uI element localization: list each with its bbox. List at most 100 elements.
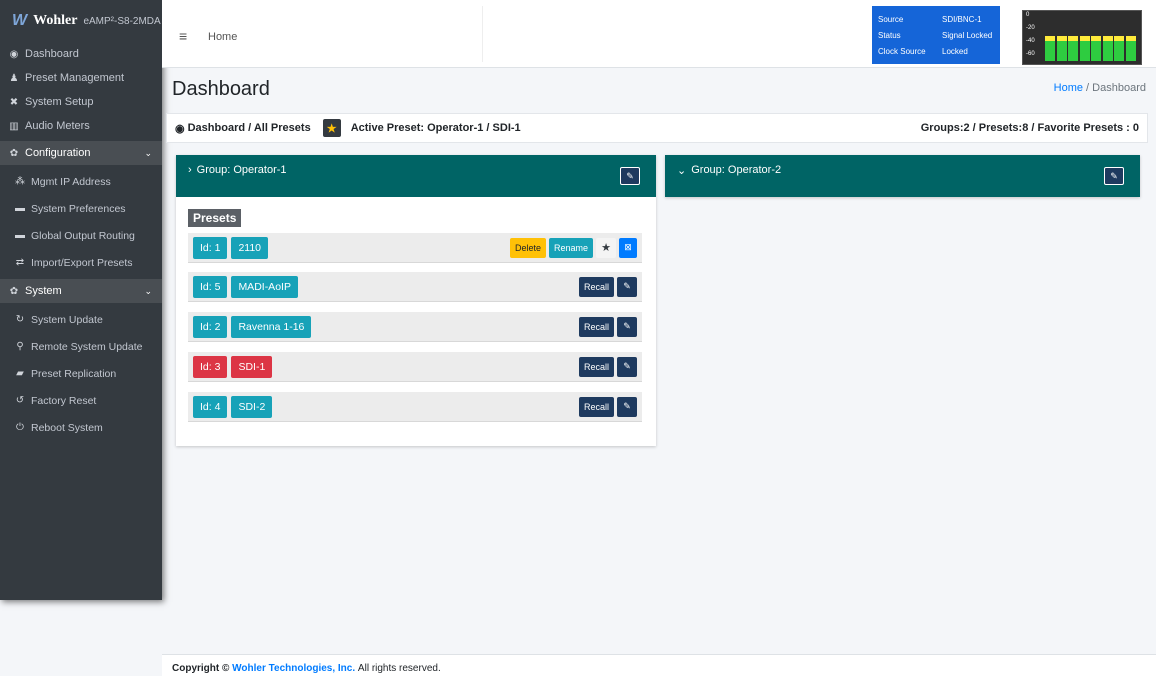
close-box-icon[interactable]: ⊠: [619, 237, 637, 258]
cogs-icon: ✿: [9, 285, 19, 297]
company-link[interactable]: Wohler Technologies, Inc.: [232, 663, 355, 674]
recall-button[interactable]: Recall: [578, 276, 614, 297]
meter-scale-label: -20: [1026, 25, 1035, 31]
database-icon: ▰: [16, 368, 24, 379]
edit-icon[interactable]: ✎: [617, 396, 637, 417]
star-icon[interactable]: ★: [322, 119, 341, 137]
sidebar-item-label: Reboot System: [31, 421, 103, 434]
meter-bar: [1091, 36, 1101, 61]
sidebar-item-label: Remote System Update: [31, 340, 143, 353]
footer: Copyright © Wohler Technologies, Inc. Al…: [162, 654, 1156, 676]
satellite-icon: ⚲: [16, 341, 24, 352]
dashboard-path: Dashboard / All Presets: [187, 122, 311, 134]
brand-model: eAMP²-S8-2MDA: [83, 15, 161, 27]
preset-row[interactable]: Id: 5 MADI-AoIP Recall ✎: [188, 272, 642, 302]
copyright-prefix: Copyright ©: [172, 663, 230, 674]
sidebar-item-system-preferences[interactable]: ▬ System Preferences: [0, 195, 162, 222]
group-name: Group: Operator-1: [196, 164, 287, 176]
chevron-down-icon: ⌄: [677, 165, 687, 177]
sidebar-item-label: Import/Export Presets: [31, 256, 133, 269]
meter-bar: [1125, 36, 1136, 61]
edit-icon[interactable]: ✎: [617, 316, 637, 337]
sidebar-item-global-output-routing[interactable]: ▬ Global Output Routing: [0, 222, 162, 249]
meter-bar: [1079, 36, 1090, 61]
sidebar-section-system[interactable]: ✿ System ⌄: [0, 279, 162, 303]
sidebar-item-system-setup[interactable]: ✖ System Setup: [0, 90, 162, 114]
preset-row[interactable]: Id: 2 Ravenna 1-16 Recall ✎: [188, 312, 642, 342]
preset-name: Ravenna 1-16: [231, 315, 312, 338]
preset-row-active[interactable]: Id: 3 SDI-1 Recall ✎: [188, 352, 642, 382]
sidebar-item-label: Audio Meters: [25, 120, 90, 132]
breadcrumb-current: Dashboard: [1092, 82, 1146, 94]
status-key: Clock Source: [878, 46, 926, 56]
preset-row[interactable]: Id: 1 2110 Delete Rename ★ ⊠: [188, 233, 642, 263]
group-header[interactable]: ⌄ Group: Operator-2 ✎: [665, 155, 1140, 197]
preset-counts: Groups:2 / Presets:8 / Favorite Presets …: [920, 122, 1139, 134]
favorite-star-icon[interactable]: ★: [596, 237, 616, 258]
sidebar-item-label: Dashboard: [25, 48, 79, 60]
recall-button[interactable]: Recall: [578, 316, 614, 337]
gear-icon: ✿: [9, 147, 19, 159]
wohler-logo-icon: W: [12, 12, 28, 29]
sidebar-item-preset-replication[interactable]: ▰ Preset Replication: [0, 360, 162, 387]
status-key: Status: [878, 30, 901, 40]
presets-label: Presets: [188, 209, 242, 227]
sidebar-item-preset-management[interactable]: ♟ Preset Management: [0, 66, 162, 90]
edit-icon[interactable]: ✎: [617, 276, 637, 297]
sidebar-item-label: Factory Reset: [31, 394, 97, 407]
meter-bar: [1056, 36, 1067, 61]
copyright-suffix: All rights reserved.: [357, 663, 441, 674]
delete-button[interactable]: Delete: [509, 237, 546, 258]
preset-name: MADI-AoIP: [231, 275, 298, 298]
status-row-clock: Clock Source Locked: [878, 43, 994, 59]
edit-icon[interactable]: ✎: [617, 356, 637, 377]
sidebar-item-mgmt-ip[interactable]: ⁂ Mgmt IP Address: [0, 168, 162, 195]
network-icon: ⁂: [15, 176, 25, 187]
sidebar-nav: ◉ Dashboard ♟ Preset Management ✖ System…: [0, 42, 162, 441]
topbar: ≡ Home Source SDI/BNC-1 Status Signal Lo…: [162, 0, 1156, 68]
sidebar-item-audio-meters[interactable]: ▥ Audio Meters: [0, 114, 162, 138]
sidebar-item-label: System Setup: [25, 96, 94, 108]
brand[interactable]: W Wohler eAMP²-S8-2MDA: [0, 0, 162, 42]
sidebar-section-label: System: [25, 285, 62, 297]
preset-id: Id: 2: [193, 315, 228, 338]
preset-row[interactable]: Id: 4 SDI-2 Recall ✎: [188, 392, 642, 422]
status-row-source: Source SDI/BNC-1: [878, 11, 994, 27]
tachometer-icon: ◉: [9, 48, 19, 60]
hamburger-menu-icon[interactable]: ≡: [179, 28, 187, 44]
status-key: Source: [878, 14, 904, 24]
row-actions: Delete Rename ★ ⊠: [509, 237, 637, 258]
sidebar-item-import-export[interactable]: ⇄ Import/Export Presets: [0, 249, 162, 276]
sidebar-item-dashboard[interactable]: ◉ Dashboard: [0, 42, 162, 66]
recall-button[interactable]: Recall: [578, 396, 614, 417]
divider: [482, 6, 483, 62]
keyboard-icon: ▬: [15, 203, 25, 214]
breadcrumb-home[interactable]: Home: [1054, 82, 1083, 94]
row-actions: Recall ✎: [578, 356, 637, 377]
sidebar: W Wohler eAMP²-S8-2MDA ◉ Dashboard ♟ Pre…: [0, 0, 162, 600]
tools-icon: ✖: [9, 96, 19, 108]
undo-icon: ↺: [15, 395, 25, 406]
sidebar-item-system-update[interactable]: ↻ System Update: [0, 306, 162, 333]
top-home-link[interactable]: Home: [208, 31, 237, 43]
preset-name: SDI-2: [231, 395, 273, 418]
status-value: Locked: [942, 46, 968, 56]
breadcrumb-separator: /: [1086, 82, 1090, 94]
dashboard-info-bar: ◉ Dashboard / All Presets ★ Active Prese…: [166, 113, 1148, 143]
preset-id: Id: 4: [193, 395, 228, 418]
sync-icon: ↻: [15, 314, 25, 325]
sidebar-item-reboot-system[interactable]: ⏻ Reboot System: [0, 414, 162, 441]
preset-name: SDI-1: [231, 355, 273, 378]
sidebar-item-factory-reset[interactable]: ↺ Factory Reset: [0, 387, 162, 414]
sidebar-item-remote-system-update[interactable]: ⚲ Remote System Update: [0, 333, 162, 360]
recall-button[interactable]: Recall: [578, 356, 614, 377]
preset-id: Id: 1: [193, 236, 228, 259]
audio-meter-preview[interactable]: 0 -20 -40 -60: [1022, 10, 1142, 65]
sidebar-section-configuration[interactable]: ✿ Configuration ⌄: [0, 141, 162, 165]
group-header[interactable]: › Group: Operator-1 ✎: [176, 155, 656, 197]
rename-button[interactable]: Rename: [548, 237, 593, 258]
group-edit-button[interactable]: ✎: [1104, 167, 1124, 185]
preset-id: Id: 3: [193, 355, 228, 378]
status-value: Signal Locked: [942, 30, 993, 40]
group-edit-button[interactable]: ✎: [620, 167, 640, 185]
